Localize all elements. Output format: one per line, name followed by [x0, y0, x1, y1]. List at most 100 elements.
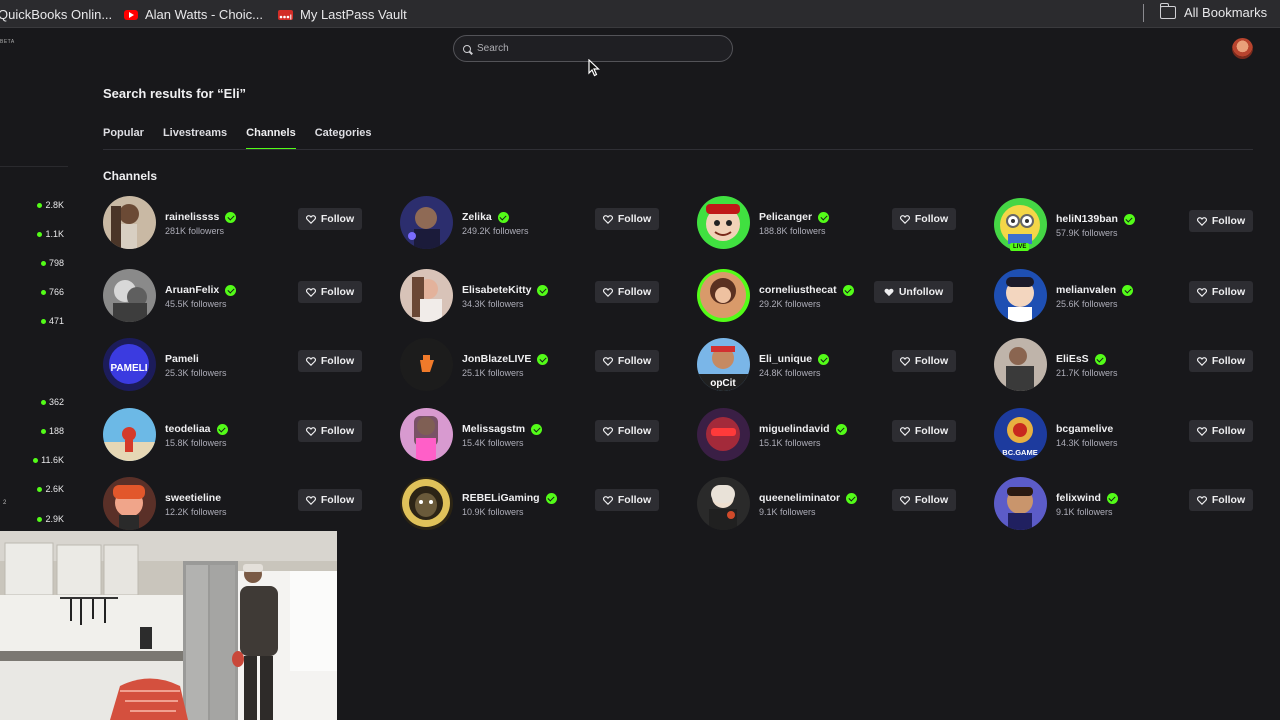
channel-name-row[interactable]: rainelissss — [165, 211, 237, 223]
tab-livestreams[interactable]: Livestreams — [163, 127, 227, 150]
channel-avatar[interactable] — [697, 477, 750, 530]
channel-name-row[interactable]: EliEsS — [1056, 353, 1106, 365]
channel-avatar[interactable] — [103, 477, 156, 530]
follow-button[interactable]: Follow — [892, 208, 956, 230]
follow-button[interactable]: Follow — [298, 281, 362, 303]
channel-avatar[interactable] — [400, 477, 453, 530]
tab-popular[interactable]: Popular — [103, 127, 144, 150]
follow-button[interactable]: Follow — [595, 281, 659, 303]
follower-count: 15.4K followers — [462, 438, 524, 448]
unfollow-button[interactable]: Unfollow — [874, 281, 953, 303]
channel-name-row[interactable]: JonBlazeLIVE — [462, 353, 549, 365]
channel-name-row[interactable]: sweetieline — [165, 492, 221, 504]
channel-avatar[interactable]: BC.GAME — [994, 408, 1047, 461]
channel-name-row[interactable]: heliN139ban — [1056, 213, 1135, 225]
channel-name-row[interactable]: AruanFelix — [165, 284, 237, 296]
channel-card[interactable]: corneliusthecat 29.2K followers Unfollow — [697, 269, 954, 323]
follow-button[interactable]: Follow — [1189, 420, 1253, 442]
follow-button[interactable]: Follow — [298, 350, 362, 372]
follow-button[interactable]: Follow — [595, 350, 659, 372]
channel-card[interactable]: JonBlazeLIVE 25.1K followers Follow — [400, 338, 659, 392]
channel-avatar[interactable] — [697, 196, 750, 249]
search-input[interactable]: Search — [453, 35, 733, 62]
channel-card[interactable]: ElisabeteKitty 34.3K followers Follow — [400, 269, 659, 323]
follow-button[interactable]: Follow — [1189, 281, 1253, 303]
follow-button[interactable]: Follow — [298, 420, 362, 442]
channel-name-row[interactable]: Eli_unique — [759, 353, 830, 365]
channel-name-row[interactable]: felixwind — [1056, 492, 1118, 504]
sidebar-viewer-count[interactable]: 766 — [0, 287, 64, 297]
channel-avatar[interactable] — [994, 338, 1047, 391]
channel-card[interactable]: opCit Eli_unique 24.8K followers Follow — [697, 338, 956, 392]
channel-name-row[interactable]: Melissagstm — [462, 423, 543, 435]
channel-name-row[interactable]: bcgamelive — [1056, 423, 1113, 435]
channel-avatar[interactable] — [697, 408, 750, 461]
channel-card[interactable]: teodeliaa 15.8K followers Follow — [103, 408, 362, 462]
follow-button[interactable]: Follow — [595, 489, 659, 511]
bookmark-quickbooks[interactable]: QuickBooks Onlin... — [0, 7, 112, 22]
sidebar-viewer-count[interactable]: 362 — [0, 397, 64, 407]
channel-card[interactable]: AruanFelix 45.5K followers Follow — [103, 269, 362, 323]
channel-name-row[interactable]: corneliusthecat — [759, 284, 854, 296]
channel-avatar[interactable] — [400, 196, 453, 249]
channel-avatar[interactable] — [103, 269, 156, 322]
sidebar-viewer-count[interactable]: 11.6K — [0, 455, 64, 465]
channel-name-row[interactable]: melianvalen — [1056, 284, 1134, 296]
user-avatar[interactable] — [1232, 38, 1253, 59]
follow-button[interactable]: Follow — [892, 420, 956, 442]
channel-name-row[interactable]: ElisabeteKitty — [462, 284, 549, 296]
channel-card[interactable]: melianvalen 25.6K followers Follow — [994, 269, 1253, 323]
sidebar-viewer-count[interactable]: 798 — [0, 258, 64, 268]
sidebar-viewer-count[interactable]: 471 — [0, 316, 64, 326]
sidebar-viewer-count[interactable]: 188 — [0, 426, 64, 436]
channel-name-row[interactable]: Pameli — [165, 353, 199, 365]
channel-card[interactable]: REBELiGaming 10.9K followers Follow — [400, 477, 659, 531]
channel-name-row[interactable]: Zelika — [462, 211, 509, 223]
sidebar-viewer-count[interactable]: 1.1K — [0, 229, 64, 239]
channel-card[interactable]: LIVE heliN139ban 57.9K followers Follow — [994, 198, 1253, 252]
all-bookmarks-button[interactable]: All Bookmarks — [1159, 3, 1267, 20]
channel-card[interactable]: felixwind 9.1K followers Follow — [994, 477, 1253, 531]
channel-avatar[interactable]: opCit — [697, 338, 750, 391]
channel-avatar[interactable] — [400, 269, 453, 322]
follow-button[interactable]: Follow — [1189, 350, 1253, 372]
channel-name-row[interactable]: miguelindavid — [759, 423, 847, 435]
channel-avatar[interactable] — [697, 269, 750, 322]
sidebar-viewer-count[interactable]: 2.8K — [0, 200, 64, 210]
channel-name-row[interactable]: queeneliminator — [759, 492, 858, 504]
channel-name-row[interactable]: REBELiGaming — [462, 492, 557, 504]
channel-avatar[interactable]: PAMELI — [103, 338, 156, 391]
channel-card[interactable]: Pelicanger 188.8K followers Follow — [697, 196, 956, 250]
channel-avatar[interactable] — [994, 269, 1047, 322]
channel-card[interactable]: EliEsS 21.7K followers Follow — [994, 338, 1253, 392]
channel-card[interactable]: sweetieline 12.2K followers Follow — [103, 477, 362, 531]
channel-avatar[interactable] — [103, 196, 156, 249]
channel-card[interactable]: miguelindavid 15.1K followers Follow — [697, 408, 956, 462]
follow-button[interactable]: Follow — [1189, 210, 1253, 232]
sidebar-viewer-count[interactable]: 2.9K — [0, 514, 64, 524]
channel-avatar[interactable] — [400, 338, 453, 391]
channel-card[interactable]: Zelika 249.2K followers Follow — [400, 196, 659, 250]
follow-button[interactable]: Follow — [1189, 489, 1253, 511]
follow-button[interactable]: Follow — [298, 208, 362, 230]
channel-avatar[interactable] — [400, 408, 453, 461]
bookmark-lastpass[interactable]: My LastPass Vault — [278, 7, 407, 22]
channel-name-row[interactable]: Pelicanger — [759, 211, 830, 223]
follow-button[interactable]: Follow — [595, 420, 659, 442]
channel-card[interactable]: queeneliminator 9.1K followers Follow — [697, 477, 956, 531]
follow-button[interactable]: Follow — [595, 208, 659, 230]
follow-button[interactable]: Follow — [298, 489, 362, 511]
channel-avatar[interactable] — [994, 477, 1047, 530]
channel-card[interactable]: PAMELI Pameli 25.3K followers Follow — [103, 338, 362, 392]
tab-categories[interactable]: Categories — [315, 127, 372, 150]
channel-card[interactable]: BC.GAME bcgamelive 14.3K followers Follow — [994, 408, 1253, 462]
sidebar-viewer-count[interactable]: 2.6K — [0, 484, 64, 494]
follow-button[interactable]: Follow — [892, 489, 956, 511]
channel-card[interactable]: Melissagstm 15.4K followers Follow — [400, 408, 659, 462]
follow-button[interactable]: Follow — [892, 350, 956, 372]
channel-name-row[interactable]: teodeliaa — [165, 423, 228, 435]
tab-channels[interactable]: Channels — [246, 127, 296, 150]
channel-avatar[interactable] — [103, 408, 156, 461]
bookmark-alan-watts[interactable]: Alan Watts - Choic... — [124, 7, 263, 22]
channel-card[interactable]: rainelissss 281K followers Follow — [103, 196, 362, 250]
